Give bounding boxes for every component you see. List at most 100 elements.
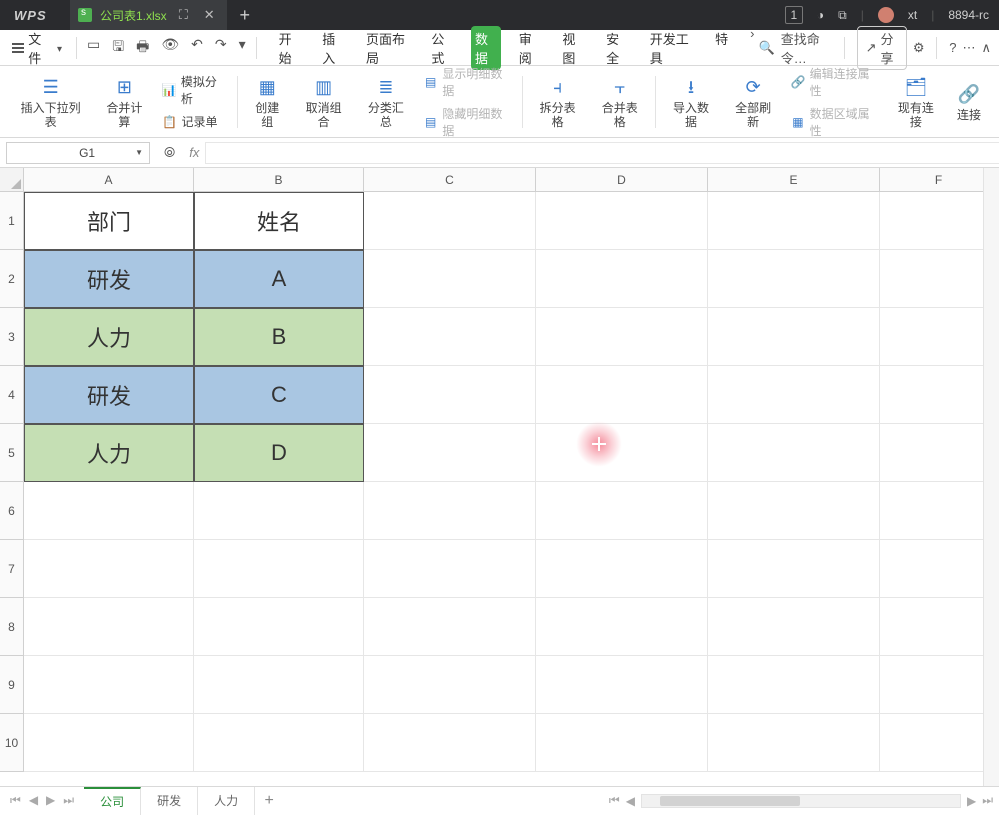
cell[interactable] bbox=[536, 482, 708, 540]
row-header[interactable]: 6 bbox=[0, 482, 24, 540]
tab-page-layout[interactable]: 页面布局 bbox=[362, 26, 413, 70]
zoom-icon[interactable]: ⦾ bbox=[164, 144, 175, 161]
cell[interactable] bbox=[536, 424, 708, 482]
save-icon[interactable]: 🖫 bbox=[112, 36, 124, 60]
scroll-right-icon[interactable]: ▶ bbox=[967, 794, 976, 808]
cell[interactable] bbox=[536, 250, 708, 308]
tab-close-icon[interactable]: ✕ bbox=[200, 7, 219, 23]
cell[interactable]: 研发 bbox=[24, 250, 194, 308]
tab-start[interactable]: 开始 bbox=[275, 26, 305, 70]
minimize-ribbon-icon[interactable]: ∧ bbox=[981, 40, 991, 56]
cell[interactable] bbox=[708, 192, 880, 250]
cell[interactable] bbox=[880, 366, 998, 424]
scroll-thumb[interactable] bbox=[660, 796, 800, 806]
cell[interactable]: D bbox=[194, 424, 364, 482]
tab-dev-tools[interactable]: 开发工具 bbox=[646, 26, 697, 70]
sheet-nav-arrows[interactable]: ⏮ ◀ ▶ ⏭ bbox=[0, 793, 84, 808]
sync-icon[interactable]: ◑ bbox=[817, 8, 824, 22]
tab-special[interactable]: 特 bbox=[711, 26, 732, 70]
print-icon[interactable]: 🖶 bbox=[136, 36, 149, 60]
ribbon-overflow-icon[interactable]: › bbox=[750, 26, 754, 70]
file-menu[interactable]: 文件 bbox=[8, 29, 66, 67]
column-header[interactable]: A bbox=[24, 168, 194, 192]
notification-badge[interactable]: 1 bbox=[785, 6, 803, 24]
row-header[interactable]: 8 bbox=[0, 598, 24, 656]
cell[interactable] bbox=[880, 308, 998, 366]
scroll-track[interactable] bbox=[641, 794, 961, 808]
import-data-button[interactable]: ⭳导入数据 bbox=[660, 74, 722, 128]
scroll-last-icon[interactable]: ⏭ bbox=[982, 793, 993, 808]
tab-view[interactable]: 视图 bbox=[558, 26, 588, 70]
row-header[interactable]: 4 bbox=[0, 366, 24, 424]
cell[interactable] bbox=[708, 424, 880, 482]
cell[interactable] bbox=[364, 250, 536, 308]
add-sheet-button[interactable]: + bbox=[255, 787, 283, 815]
tab-insert[interactable]: 插入 bbox=[318, 26, 348, 70]
cell[interactable] bbox=[364, 308, 536, 366]
help-icon[interactable]: ? bbox=[949, 40, 956, 55]
merge-calc-button[interactable]: ⊞合并计算 bbox=[93, 74, 155, 128]
collapse-ribbon-icon[interactable]: ⋯ bbox=[962, 40, 975, 56]
ungroup-button[interactable]: ▥取消组合 bbox=[293, 74, 355, 128]
cell[interactable] bbox=[708, 366, 880, 424]
cell[interactable] bbox=[194, 540, 364, 598]
layout-icon[interactable]: ⧉ bbox=[838, 8, 847, 23]
cell[interactable] bbox=[24, 540, 194, 598]
cell[interactable] bbox=[364, 482, 536, 540]
cell[interactable] bbox=[880, 482, 998, 540]
cell[interactable] bbox=[708, 598, 880, 656]
cell[interactable]: 姓名 bbox=[194, 192, 364, 250]
existing-conn-button[interactable]: 🗂现有连接 bbox=[885, 74, 947, 128]
row-header[interactable]: 10 bbox=[0, 714, 24, 772]
chevron-down-icon[interactable]: ▼ bbox=[135, 148, 143, 157]
quick-drop-icon[interactable]: ▾ bbox=[239, 36, 246, 60]
column-header[interactable]: E bbox=[708, 168, 880, 192]
cell[interactable] bbox=[880, 540, 998, 598]
cell[interactable]: 人力 bbox=[24, 308, 194, 366]
cell[interactable]: A bbox=[194, 250, 364, 308]
scroll-left-icon[interactable]: ◀ bbox=[626, 794, 635, 808]
tab-review[interactable]: 审阅 bbox=[515, 26, 545, 70]
tab-formula[interactable]: 公式 bbox=[427, 26, 457, 70]
column-header[interactable]: F bbox=[880, 168, 998, 192]
formula-input[interactable] bbox=[205, 142, 999, 164]
subtotal-button[interactable]: ≣分类汇总 bbox=[355, 74, 417, 128]
row-header[interactable]: 1 bbox=[0, 192, 24, 250]
vertical-scrollbar[interactable] bbox=[983, 168, 999, 786]
select-all-corner[interactable] bbox=[0, 168, 24, 192]
row-header[interactable]: 3 bbox=[0, 308, 24, 366]
cell[interactable]: B bbox=[194, 308, 364, 366]
cell[interactable] bbox=[194, 598, 364, 656]
cell[interactable] bbox=[24, 598, 194, 656]
cell[interactable] bbox=[536, 308, 708, 366]
cell[interactable] bbox=[880, 656, 998, 714]
cell[interactable] bbox=[880, 192, 998, 250]
connections-button[interactable]: 🔗连接 bbox=[947, 81, 991, 122]
cell[interactable] bbox=[536, 598, 708, 656]
cell[interactable]: 部门 bbox=[24, 192, 194, 250]
column-header[interactable]: D bbox=[536, 168, 708, 192]
search-command[interactable]: 查找命令… bbox=[781, 29, 832, 67]
cell[interactable] bbox=[194, 482, 364, 540]
new-tab-button[interactable]: + bbox=[227, 5, 257, 26]
document-tab[interactable]: 公司表1.xlsx ⛶ ✕ bbox=[70, 0, 227, 30]
row-header[interactable]: 7 bbox=[0, 540, 24, 598]
cell[interactable] bbox=[880, 598, 998, 656]
create-group-button[interactable]: ▦创建组 bbox=[242, 74, 293, 128]
sheet-tab-company[interactable]: 公司 bbox=[84, 787, 141, 815]
cell[interactable] bbox=[880, 424, 998, 482]
cell[interactable] bbox=[880, 250, 998, 308]
grid[interactable]: 部门姓名研发A人力B研发C人力D bbox=[24, 192, 999, 786]
column-header[interactable]: B bbox=[194, 168, 364, 192]
preview-icon[interactable]: 👁 bbox=[161, 36, 179, 60]
cell[interactable] bbox=[708, 656, 880, 714]
cell[interactable] bbox=[194, 714, 364, 772]
refresh-all-button[interactable]: ⟳全部刷新 bbox=[722, 74, 784, 128]
cell[interactable] bbox=[364, 366, 536, 424]
row-header[interactable]: 5 bbox=[0, 424, 24, 482]
merge-table-button[interactable]: ⫟合并表格 bbox=[589, 74, 651, 128]
cell[interactable] bbox=[364, 656, 536, 714]
cell[interactable] bbox=[24, 656, 194, 714]
insert-dropdown-button[interactable]: ☰插入下拉列表 bbox=[8, 74, 93, 128]
prev-sheet-icon[interactable]: ◀ bbox=[29, 793, 38, 808]
